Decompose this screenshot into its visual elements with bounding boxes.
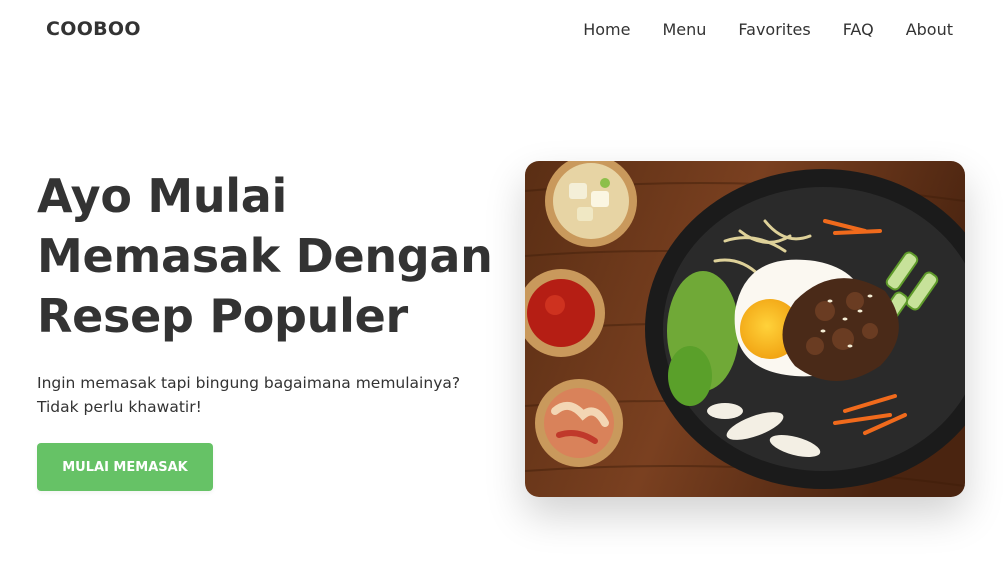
- nav-link-faq[interactable]: FAQ: [843, 20, 874, 40]
- bibimbap-illustration: [525, 161, 965, 497]
- hero-title-line: Ayo Mulai: [37, 169, 287, 223]
- hero-title-line: Resep Populer: [37, 289, 408, 343]
- nav-link-menu[interactable]: Menu: [662, 20, 706, 40]
- nav-link-favorites[interactable]: Favorites: [738, 20, 810, 40]
- nav-link-about[interactable]: About: [906, 20, 953, 40]
- nav-links: Home Menu Favorites FAQ About: [583, 20, 953, 40]
- navbar: COOBOO Home Menu Favorites FAQ About: [0, 0, 1003, 62]
- hero-title: Ayo Mulai Memasak Dengan Resep Populer: [37, 166, 507, 346]
- hero-description: Ingin memasak tapi bingung bagaimana mem…: [37, 371, 507, 419]
- brand-logo[interactable]: COOBOO: [46, 18, 141, 40]
- nav-link-home[interactable]: Home: [583, 20, 630, 40]
- hero-food-image: [525, 161, 965, 497]
- hero-title-line: Memasak Dengan: [37, 229, 493, 283]
- hero-description-line: Tidak perlu khawatir!: [37, 398, 202, 416]
- start-cooking-button[interactable]: MULAI MEMASAK: [37, 443, 213, 491]
- hero-description-line: Ingin memasak tapi bingung bagaimana mem…: [37, 374, 461, 392]
